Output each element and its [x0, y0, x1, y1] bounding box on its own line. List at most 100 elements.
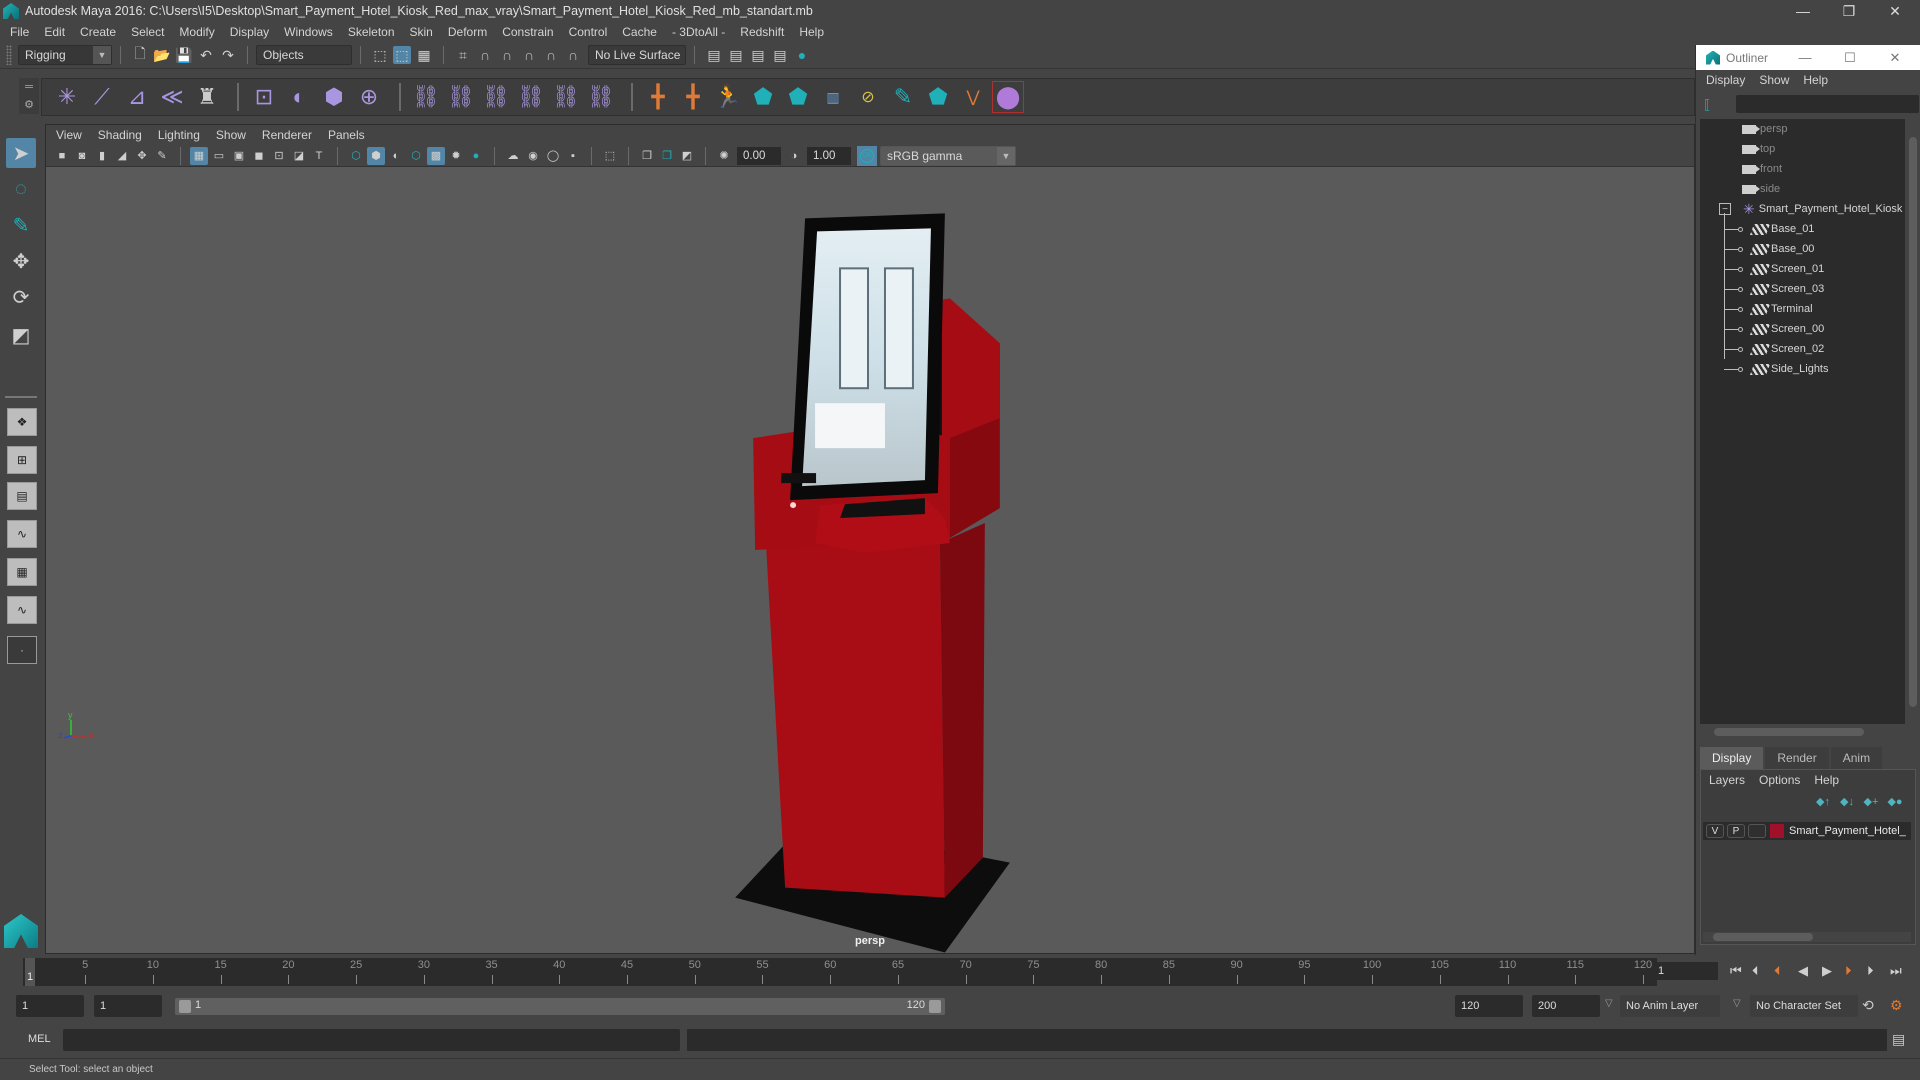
bind-skin-icon[interactable]: ⊡	[249, 82, 279, 112]
viewport-menu-shading[interactable]: Shading	[98, 128, 142, 142]
outliner-close-button[interactable]: ✕	[1884, 45, 1906, 70]
save-scene-icon[interactable]: 💾	[175, 46, 193, 64]
graph-persp-layout-icon[interactable]: ∿	[7, 520, 37, 548]
scale-constraint-icon[interactable]: ⛓	[516, 82, 546, 112]
viewport-menu-show[interactable]: Show	[216, 128, 246, 142]
layer-row[interactable]: V P Smart_Payment_Hotel_	[1703, 822, 1911, 840]
menu-constrain[interactable]: Constrain	[502, 25, 553, 39]
outliner-minimize-button[interactable]: —	[1794, 45, 1816, 70]
pole-vector-icon[interactable]: ⛓	[586, 82, 616, 112]
menu-skeleton[interactable]: Skeleton	[348, 25, 395, 39]
kiosk-pedestal-front[interactable]	[765, 528, 945, 898]
menu-skin[interactable]: Skin	[410, 25, 433, 39]
undo-icon[interactable]: ↶	[197, 46, 215, 64]
select-object-icon[interactable]: ⬚	[393, 46, 411, 64]
maya-logo-icon-2[interactable]: ⬟	[783, 82, 813, 112]
character-icon[interactable]: 🏃	[713, 82, 743, 112]
bookmark-icon[interactable]: ▮	[93, 147, 111, 165]
playback-end-field[interactable]: 120	[1455, 995, 1523, 1017]
film-gate-icon[interactable]: ▭	[210, 147, 228, 165]
gate-mask-icon[interactable]: ◼	[250, 147, 268, 165]
paint-select-tool-icon[interactable]: ✎	[6, 210, 36, 240]
outliner-item[interactable]: Base_01	[1738, 219, 1814, 239]
outliner-maximize-button[interactable]: ☐	[1839, 45, 1861, 70]
menu-modify[interactable]: Modify	[179, 25, 214, 39]
textured-icon[interactable]: ▩	[427, 146, 445, 165]
menu-help[interactable]: Help	[799, 25, 824, 39]
snap-surface-icon[interactable]: ∩	[564, 46, 582, 64]
move-layer-down-icon[interactable]: ◆↓	[1837, 792, 1857, 810]
gamma-icon[interactable]: ◑	[785, 147, 803, 165]
viewport-menu-lighting[interactable]: Lighting	[158, 128, 200, 142]
layout-options-icon[interactable]: ·	[7, 636, 37, 664]
menu-cache[interactable]: Cache	[622, 25, 657, 39]
outliner-vertical-scrollbar[interactable]	[1907, 119, 1919, 724]
step-back-frame-icon[interactable]: ⏴	[1752, 963, 1759, 979]
layer-color-swatch[interactable]	[1770, 824, 1784, 838]
gear-icon[interactable]: ⚙	[24, 98, 34, 111]
camera-attributes-icon[interactable]: ◙	[73, 147, 91, 165]
ik-handle-icon[interactable]: ⟋	[87, 82, 117, 112]
ik-spline-icon[interactable]: ⊿	[122, 82, 152, 112]
menu-redshift[interactable]: Redshift	[740, 25, 784, 39]
redo-icon[interactable]: ↷	[219, 46, 237, 64]
new-layer-selected-icon[interactable]: ◆●	[1885, 792, 1905, 810]
chevron-down-icon[interactable]: ▽	[1605, 998, 1613, 1009]
render-view-icon[interactable]: ▤	[705, 46, 723, 64]
outliner-item[interactable]: Screen_03	[1738, 279, 1824, 299]
layer-menu-help[interactable]: Help	[1814, 773, 1839, 787]
restore-button[interactable]: ❐	[1826, 0, 1872, 22]
layer-display-type-toggle[interactable]	[1748, 824, 1766, 838]
range-start-handle[interactable]	[179, 1000, 191, 1013]
tab-render[interactable]: Render	[1765, 747, 1829, 769]
2d-pan-zoom-icon[interactable]: ✥	[133, 147, 151, 165]
field-chart-icon[interactable]: ⊡	[270, 147, 288, 165]
minimize-button[interactable]: —	[1780, 0, 1826, 22]
lattice-icon[interactable]: ⬢	[319, 82, 349, 112]
outliner-item-front[interactable]: front	[1742, 159, 1782, 179]
viewport-menu-view[interactable]: View	[56, 128, 82, 142]
anim-layer-dropdown[interactable]: No Anim Layer	[1620, 995, 1720, 1017]
animation-start-field[interactable]: 1	[16, 995, 84, 1017]
viewport-panel[interactable]: View Shading Lighting Show Renderer Pane…	[45, 124, 1695, 954]
snap-view-icon[interactable]: ∩	[520, 46, 538, 64]
menu-control[interactable]: Control	[569, 25, 608, 39]
range-bar[interactable]: 1 120	[175, 998, 945, 1015]
command-input[interactable]	[63, 1029, 680, 1051]
menu-windows[interactable]: Windows	[284, 25, 333, 39]
tab-display[interactable]: Display	[1700, 747, 1764, 769]
outliner-item[interactable]: Screen_01	[1738, 259, 1824, 279]
wireframe-on-shaded-icon[interactable]: ⬡	[407, 147, 425, 165]
layer-menu-layers[interactable]: Layers	[1709, 773, 1745, 787]
command-language-toggle[interactable]: MEL	[28, 1033, 51, 1045]
hypershade-icon[interactable]: ●	[793, 46, 811, 64]
rotate-tool-icon[interactable]: ⟳	[6, 282, 36, 312]
outliner-search-input[interactable]	[1736, 95, 1919, 113]
viewport-menu-panels[interactable]: Panels	[328, 128, 365, 142]
wireframe-icon[interactable]: ⬡	[347, 147, 365, 165]
depth-of-field-icon[interactable]: ▪	[564, 147, 582, 165]
curve-icon[interactable]: ⋁	[958, 82, 988, 112]
snap-grid-icon[interactable]: ⌗	[454, 46, 472, 64]
menu-display[interactable]: Display	[230, 25, 269, 39]
live-surface-field[interactable]: No Live Surface	[588, 45, 686, 65]
open-scene-icon[interactable]: 📂	[153, 46, 171, 64]
kiosk-ticket-slot[interactable]	[781, 473, 817, 484]
new-layer-icon[interactable]: ◆+	[1861, 792, 1881, 810]
filter-toggle-icon[interactable]: ⟦	[1704, 97, 1710, 113]
cluster-icon[interactable]: ⊕	[354, 82, 384, 112]
grip-handle[interactable]	[6, 45, 12, 65]
ipr-render-icon[interactable]: ▤	[749, 46, 767, 64]
selection-mode-dropdown[interactable]: Objects	[256, 45, 352, 65]
insert-joint-icon[interactable]: ≪	[157, 82, 187, 112]
maya-logo-icon[interactable]: ⬟	[748, 82, 778, 112]
script-editor-icon[interactable]: ▤	[1892, 1031, 1905, 1048]
step-back-key-icon[interactable]: ⏴	[1774, 963, 1781, 979]
snap-point-icon[interactable]: ∩	[498, 46, 516, 64]
scroll-thumb[interactable]	[1714, 728, 1864, 736]
scroll-thumb[interactable]	[1909, 137, 1917, 707]
go-to-end-icon[interactable]: ⏭	[1890, 963, 1902, 979]
go-to-start-icon[interactable]: ⏮	[1730, 963, 1742, 979]
shadows-icon[interactable]: ●	[467, 147, 485, 165]
locator-icon[interactable]: ╋	[643, 82, 673, 112]
